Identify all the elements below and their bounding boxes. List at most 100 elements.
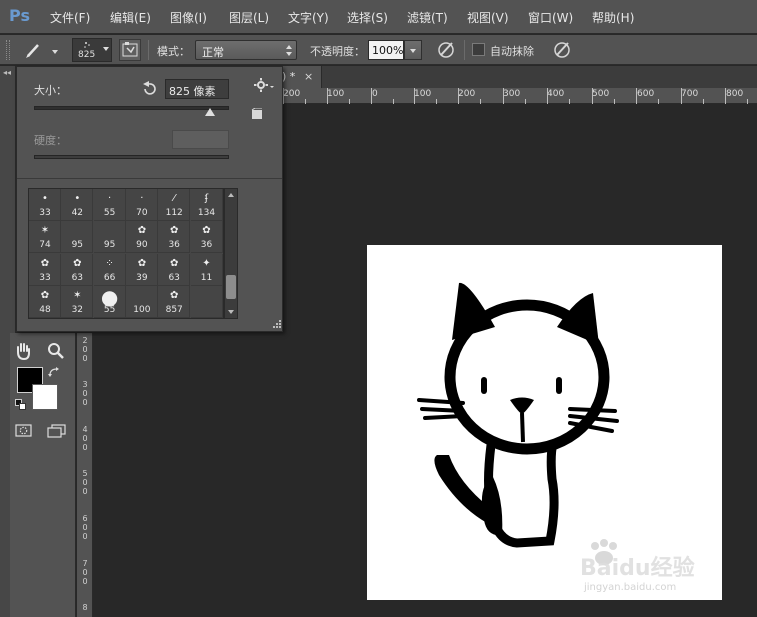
quick-mask-button[interactable] (14, 423, 34, 439)
brush-preset-cell[interactable]: ⁄ 112 (158, 189, 191, 221)
hand-tool[interactable] (13, 341, 35, 361)
background-color-swatch[interactable] (32, 384, 58, 410)
preset-grid-scrollbar[interactable] (224, 188, 238, 319)
swap-colors-button[interactable] (47, 366, 61, 378)
scroll-down-icon[interactable] (228, 310, 234, 314)
brush-preset-cell[interactable]: ✿ 36 (158, 221, 191, 254)
auto-erase-label: 自动抹除 (490, 45, 534, 58)
menu-window[interactable]: 窗口(W) (528, 9, 573, 26)
horizontal-ruler[interactable]: 200 100 0 100 200 300 400 500 600 700 80… (283, 88, 757, 104)
pressure-size-toggle[interactable] (551, 39, 573, 61)
brush-preset-cell[interactable]: ✿ 857 (158, 285, 191, 318)
new-preset-button[interactable] (251, 107, 265, 120)
ruler-label: 5 0 0 (82, 469, 88, 496)
mode-value: 正常 (202, 46, 224, 59)
mode-select[interactable]: 正常 (195, 40, 297, 60)
menu-file[interactable]: 文件(F) (50, 9, 90, 26)
size-slider-thumb[interactable] (204, 108, 215, 116)
brush-preset-cell[interactable]: 95 (61, 221, 94, 254)
menu-edit[interactable]: 编辑(E) (110, 9, 151, 26)
watermark-brand: Baidu经验 (580, 556, 695, 581)
stylus-pressure-icon (438, 42, 454, 58)
zoom-tool[interactable] (46, 341, 68, 361)
screen-mode-button[interactable] (46, 423, 68, 441)
scrollbar-thumb[interactable] (226, 275, 236, 299)
brush-preset-picker[interactable]: 825 (72, 38, 112, 62)
ruler-label: 7 0 0 (82, 559, 88, 586)
opacity-dropdown-button[interactable] (404, 40, 422, 60)
brush-preset-cell[interactable]: ✿ 63 (158, 253, 191, 286)
brush-preset-cell[interactable] (190, 285, 223, 318)
document-canvas[interactable] (367, 245, 722, 600)
opacity-input[interactable]: 100% (368, 40, 404, 60)
ruler-label: 6 0 0 (82, 514, 88, 541)
menu-type[interactable]: 文字(Y) (288, 9, 329, 26)
reset-icon (143, 81, 156, 95)
chevron-down-icon (103, 47, 109, 51)
brush-preset-cell[interactable]: 100 (125, 285, 158, 318)
menu-view[interactable]: 视图(V) (467, 9, 509, 26)
collapse-icon[interactable]: ◂◂ (3, 68, 11, 77)
stylus-pressure-icon (554, 42, 570, 58)
gear-icon (254, 78, 274, 92)
brush-preset-size: 36 (200, 240, 213, 251)
brush-preset-cell[interactable]: ⁘ 66 (93, 253, 126, 286)
brush-preset-cell[interactable]: ✿ 33 (29, 253, 61, 286)
brush-preset-cell[interactable]: ✿ 63 (61, 253, 94, 286)
menu-filter[interactable]: 滤镜(T) (407, 9, 448, 26)
brush-preset-cell[interactable]: ✶ 32 (61, 285, 94, 318)
pencil-icon (26, 44, 58, 58)
reset-size-button[interactable] (140, 80, 158, 98)
brush-tip-icon: ✿ (40, 257, 50, 269)
brush-preset-size: 48 (39, 304, 51, 315)
brush-tip-icon: · (108, 193, 112, 204)
brush-preset-cell[interactable]: ✿ 39 (125, 253, 158, 286)
size-slider-track[interactable] (34, 106, 229, 110)
vertical-ruler[interactable]: 2 0 0 3 0 0 4 0 0 5 0 0 6 0 0 7 0 0 8 (77, 333, 93, 617)
brush-preset-cell[interactable]: ✿ 48 (29, 285, 61, 318)
brush-preset-size: 95 (103, 240, 116, 251)
panel-menu-button[interactable] (253, 77, 275, 93)
brush-preset-cell[interactable]: ʄ 134 (190, 189, 223, 221)
brush-tip-icon: • (42, 193, 48, 204)
brush-tip-icon: ✿ (202, 225, 211, 237)
brush-tip-icon: ✿ (169, 257, 179, 269)
brush-panel-toggle[interactable] (119, 39, 141, 61)
brush-tip-icon: ✶ (73, 289, 82, 301)
scroll-up-icon[interactable] (228, 193, 234, 197)
app-logo: Ps (9, 6, 30, 25)
close-icon[interactable]: × (304, 70, 313, 83)
separator (464, 40, 465, 60)
ruler-label: 4 0 0 (82, 425, 88, 452)
brush-preset-cell[interactable]: ✶ 74 (29, 221, 61, 254)
brush-tip-icon: ✿ (169, 289, 179, 301)
brush-tip-icon: ✿ (137, 225, 147, 237)
tool-preset-picker[interactable] (22, 40, 62, 60)
brush-preset-cell[interactable]: ✦ 11 (190, 253, 223, 286)
brush-preset-cell[interactable]: 95 (93, 221, 126, 254)
menu-bar: Ps 文件(F) 编辑(E) 图像(I) 图层(L) 文字(Y) 选择(S) 滤… (0, 0, 757, 34)
size-input[interactable]: 825 像素 (165, 79, 229, 99)
menu-layer[interactable]: 图层(L) (229, 9, 269, 26)
brush-preset-cell[interactable]: ✿ 36 (190, 221, 223, 254)
menu-help[interactable]: 帮助(H) (592, 9, 634, 26)
menu-image[interactable]: 图像(I) (170, 9, 207, 26)
options-bar-grip[interactable] (6, 40, 10, 60)
brush-preset-cell[interactable]: · 70 (125, 189, 158, 221)
brush-tip-icon: ✶ (40, 225, 50, 237)
brush-preset-cell[interactable]: ● 55 (93, 285, 126, 318)
default-colors-button[interactable] (15, 399, 27, 411)
brush-preset-cell[interactable]: ✿ 90 (125, 221, 158, 254)
brush-preset-size: 66 (103, 272, 116, 283)
panel-resize-grip[interactable] (270, 319, 282, 331)
auto-erase-checkbox[interactable] (472, 43, 485, 56)
brush-preset-cell[interactable]: • 33 (29, 189, 61, 221)
brush-size-readout: 825 (78, 50, 96, 60)
brush-preset-size: 33 (39, 208, 51, 218)
size-label: 大小： (34, 84, 67, 97)
brush-preset-cell[interactable]: · 55 (93, 189, 126, 221)
pressure-opacity-toggle[interactable] (435, 39, 457, 61)
brush-preset-cell[interactable]: • 42 (61, 189, 94, 221)
brush-preset-size: 70 (136, 208, 148, 218)
menu-select[interactable]: 选择(S) (347, 9, 388, 26)
